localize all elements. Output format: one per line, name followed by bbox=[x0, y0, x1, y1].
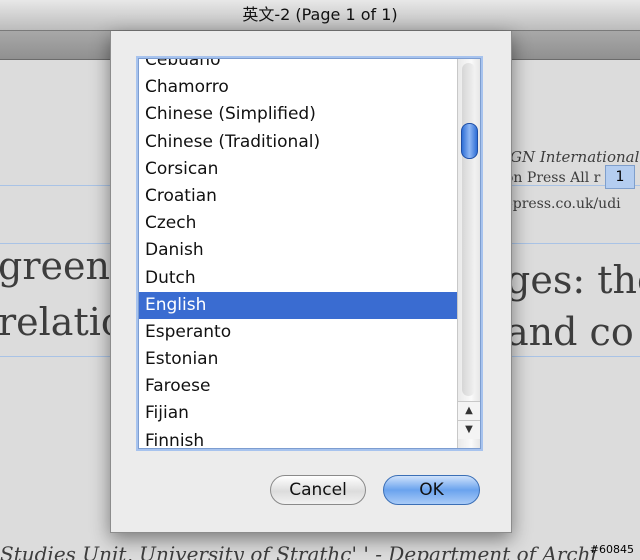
document-text: GN International bbox=[510, 148, 640, 166]
scrollbar-thumb[interactable] bbox=[461, 123, 478, 159]
list-item[interactable]: Cebuano bbox=[139, 59, 457, 74]
scrollbar-track[interactable] bbox=[462, 63, 475, 396]
list-item[interactable]: Dutch bbox=[139, 265, 457, 292]
vertical-scrollbar[interactable]: ▲ ▼ bbox=[457, 59, 480, 448]
list-item[interactable]: Chinese (Simplified) bbox=[139, 101, 457, 128]
scroll-down-icon[interactable]: ▼ bbox=[458, 420, 480, 439]
cancel-button[interactable]: Cancel bbox=[270, 475, 366, 505]
list-item-selected[interactable]: English bbox=[139, 291, 457, 319]
watermark: #60845 bbox=[589, 543, 634, 556]
list-item[interactable]: Fijian bbox=[139, 400, 457, 427]
document-text: and co bbox=[506, 310, 634, 354]
list-item[interactable]: Esperanto bbox=[139, 319, 457, 346]
window-titlebar: 英文-2 (Page 1 of 1) bbox=[0, 0, 640, 31]
language-picker-sheet: Cebuano Chamorro Chinese (Simplified) Ch… bbox=[110, 31, 512, 533]
page-number-badge: 1 bbox=[605, 165, 635, 189]
document-text: -press.co.uk/udi bbox=[508, 196, 621, 212]
list-item[interactable]: Faroese bbox=[139, 373, 457, 400]
list-item[interactable]: Czech bbox=[139, 210, 457, 237]
list-item[interactable]: Chinese (Traditional) bbox=[139, 129, 457, 156]
list-item[interactable]: Finnish bbox=[139, 428, 457, 448]
document-text: on Press All r bbox=[505, 170, 601, 186]
document-text: Studies Unit, University of Strathc' ' -… bbox=[0, 542, 597, 560]
list-item[interactable]: Corsican bbox=[139, 156, 457, 183]
list-item[interactable]: Estonian bbox=[139, 346, 457, 373]
scroll-up-icon[interactable]: ▲ bbox=[458, 401, 480, 420]
list-item[interactable]: Croatian bbox=[139, 183, 457, 210]
language-listbox[interactable]: Cebuano Chamorro Chinese (Simplified) Ch… bbox=[138, 58, 481, 449]
list-item[interactable]: Chamorro bbox=[139, 74, 457, 101]
window-title: 英文-2 (Page 1 of 1) bbox=[242, 5, 398, 24]
document-text: relatio bbox=[0, 300, 124, 344]
language-list: Cebuano Chamorro Chinese (Simplified) Ch… bbox=[139, 59, 457, 448]
ok-button[interactable]: OK bbox=[383, 475, 480, 505]
list-item[interactable]: Danish bbox=[139, 237, 457, 264]
document-text: ges: the bbox=[506, 258, 640, 302]
